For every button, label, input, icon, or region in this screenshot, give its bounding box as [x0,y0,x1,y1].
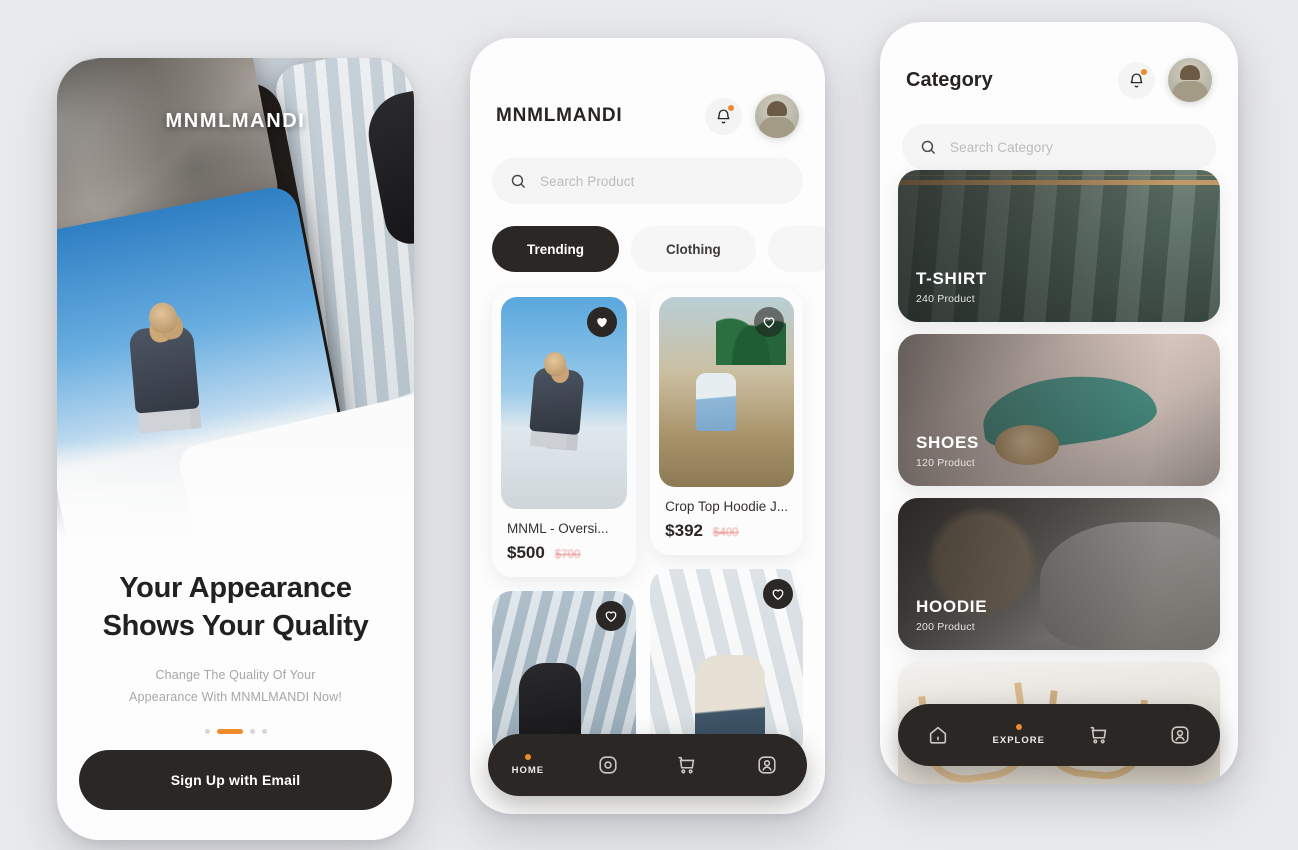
active-indicator-dot [1015,724,1022,730]
product-price: $500 [507,543,545,562]
category-search-input[interactable] [950,139,1198,155]
product-card[interactable] [650,569,803,759]
heart-icon [605,611,617,623]
onboarding-title: Your Appearance Shows Your Quality [87,570,384,645]
home-filter-pills: Trending Clothing [470,204,825,272]
product-search-bar[interactable] [492,158,803,204]
notification-badge-dot [728,104,734,111]
search-icon [511,174,525,188]
active-indicator-dot [524,754,531,760]
product-name: Crop Top Hoodie J... [665,499,788,514]
nav-item-home[interactable]: HOME [499,754,557,776]
category-product-count: 240 Product [916,293,975,305]
category-label-group: HOODIE 200 Product [916,597,987,633]
pagination-dot[interactable] [204,729,210,735]
heart-icon [772,589,784,601]
product-price-row: $392 $400 [665,521,788,541]
cart-icon [678,756,695,774]
nav-item-cart[interactable] [658,754,716,776]
product-info: Crop Top Hoodie J... $392 $400 [659,487,794,555]
pagination-dot[interactable] [249,729,255,735]
product-info: MNML - Oversi... $500 $700 [501,509,627,577]
home-header: MNMLMANDI [470,38,825,138]
filter-pill-clothing[interactable]: Clothing [631,226,756,272]
category-bottom-nav: EXPLORE [898,704,1220,766]
nav-item-profile[interactable] [1151,724,1209,746]
category-card-tshirt[interactable]: T-SHIRT 240 Product [898,170,1220,322]
category-label-group: SHOES 120 Product [916,433,979,469]
search-icon [921,140,935,154]
product-image [659,297,794,487]
onboarding-title-line-1: Your Appearance [119,572,352,604]
home-icon [930,726,947,744]
notification-bell-button[interactable] [1118,61,1155,99]
profile-icon [1171,726,1189,744]
filter-pill-trending[interactable]: Trending [492,226,619,272]
product-price-row: $500 $700 [507,543,621,563]
brand-wordmark: MNMLMANDI [165,110,306,132]
cart-icon [1090,726,1107,744]
category-card-hoodie[interactable]: HOODIE 200 Product [898,498,1220,650]
user-avatar[interactable] [755,94,799,138]
product-card[interactable]: Crop Top Hoodie J... $392 $400 [650,288,803,555]
product-image [501,297,628,509]
hero-bottom-fade [57,442,414,538]
product-search-input[interactable] [540,173,785,189]
nav-label-home: HOME [511,765,545,776]
onboarding-title-line-2: Shows Your Quality [102,609,369,642]
favorite-button[interactable] [596,601,627,631]
nav-item-explore[interactable]: EXPLORE [990,724,1048,746]
onboarding-subtitle-line-1: Change The Quality Of Your [155,668,316,683]
onboarding-copy-block: Your Appearance Shows Your Quality Chang… [57,538,414,735]
sign-up-with-email-button[interactable]: Sign Up with Email [79,750,392,810]
category-card-list: T-SHIRT 240 Product SHOES 120 Product HO… [898,170,1220,784]
product-original-price: $400 [713,527,739,539]
product-image [650,569,803,759]
pagination-dot[interactable] [261,729,267,735]
onboarding-pagination[interactable] [87,729,384,735]
explore-icon [599,756,617,774]
category-label-group: T-SHIRT 240 Product [916,269,987,305]
nav-item-profile[interactable] [738,754,796,776]
product-price: $392 [665,521,703,540]
phone-category-screen: Category Search Category T-SHIRT 240 Pro… [880,22,1238,784]
phone-onboarding-screen: MNMLMANDI Your Appearance Shows Your Qua… [57,58,414,840]
favorite-button[interactable] [763,579,793,609]
favorite-button[interactable] [754,307,784,337]
phone-home-screen: MNMLMANDI Trending Clothing [470,38,825,814]
onboarding-subtitle: Change The Quality Of Your Appearance Wi… [87,665,384,709]
heart-icon-filled [597,318,607,328]
nav-item-cart[interactable] [1070,724,1128,746]
category-product-count: 200 Product [916,621,975,633]
product-name: MNML - Oversi... [507,521,609,536]
notification-badge-dot [1141,68,1147,75]
category-product-count: 120 Product [916,457,975,469]
category-header: Category [880,22,1238,102]
nav-item-home[interactable] [909,724,967,746]
pagination-dot-active[interactable] [216,729,243,735]
home-bottom-nav: HOME [488,734,807,796]
filter-pill-next[interactable] [767,226,825,272]
product-card[interactable]: MNML - Oversi... $500 $700 [492,288,637,577]
nav-item-explore[interactable] [579,754,637,776]
category-header-actions [1118,58,1212,102]
home-header-actions [705,94,799,138]
product-original-price: $700 [554,549,581,561]
category-search-bar[interactable] [902,124,1216,170]
category-name: T-SHIRT [916,269,988,288]
nav-label-explore: EXPLORE [992,735,1045,746]
home-app-title: MNMLMANDI [496,105,623,126]
favorite-button-active[interactable] [587,307,618,337]
onboarding-subtitle-line-2: Appearance With MNMLMANDI Now! [129,690,342,705]
category-card-shoes[interactable]: SHOES 120 Product [898,334,1220,486]
category-page-title: Category [906,68,993,91]
category-name: SHOES [916,433,980,452]
heart-icon [763,317,775,329]
user-avatar[interactable] [1168,58,1212,102]
profile-icon [758,756,776,774]
notification-bell-button[interactable] [705,97,742,135]
category-name: HOODIE [916,597,988,616]
